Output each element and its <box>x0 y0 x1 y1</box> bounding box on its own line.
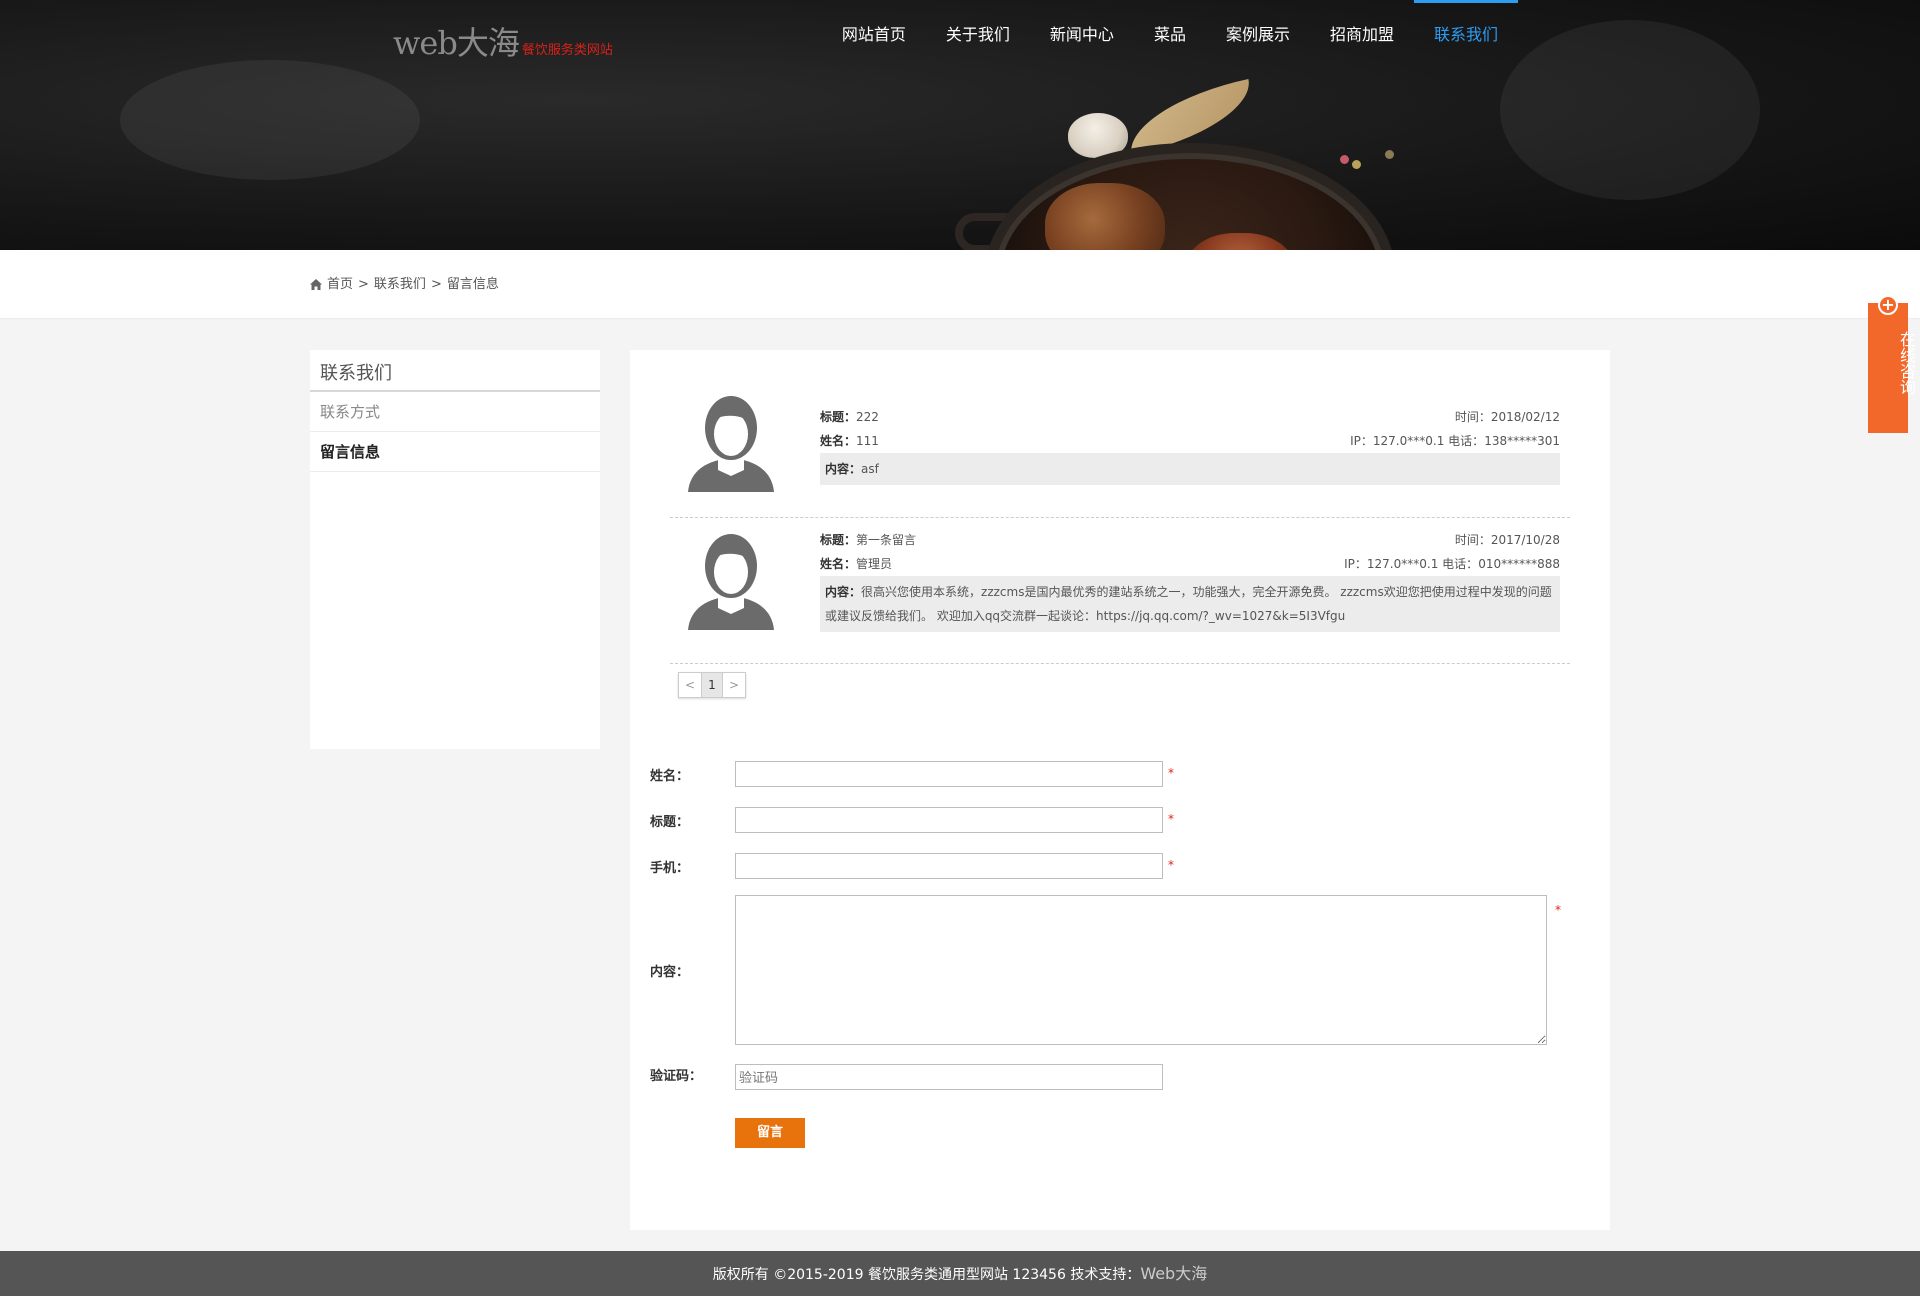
meat-image <box>1045 183 1165 250</box>
title-required-mark: * <box>1168 812 1174 826</box>
name-required-mark: * <box>1168 766 1174 780</box>
message-time-label: 时间： <box>1454 533 1491 547</box>
title-input[interactable] <box>735 807 1163 833</box>
header-banner: web大海 餐饮服务类网站 网站首页 关于我们 新闻中心 菜品 案例展示 招商加… <box>0 0 1920 250</box>
content-textarea[interactable] <box>735 895 1547 1045</box>
message-title-label: 标题： <box>820 533 857 547</box>
footer: 版权所有 ©2015-2019 餐饮服务类通用型网站 123456 技术支持：W… <box>0 1251 1920 1296</box>
message-contact-group: IP：127.0***0.1 电话：138*****301 <box>1350 429 1560 453</box>
texture-speck <box>1500 20 1760 200</box>
name-label: 姓名： <box>650 769 690 784</box>
message-author: 管理员 <box>856 557 893 571</box>
home-icon <box>310 279 322 290</box>
breadcrumb-separator: > <box>430 277 442 292</box>
message-ip-label: IP： <box>1344 557 1367 571</box>
captcha-input[interactable] <box>735 1064 1163 1090</box>
message-body: 标题：第一条留言 时间：2017/10/28 姓名：管理员 IP：127.0**… <box>820 528 1560 632</box>
message-title: 222 <box>856 410 879 424</box>
sidebar-title: 联系我们 <box>310 350 600 392</box>
message-title: 第一条留言 <box>856 533 917 547</box>
content-required-mark: * <box>1555 903 1561 917</box>
message-time: 2017/10/28 <box>1490 533 1560 547</box>
message-title-row: 标题：第一条留言 时间：2017/10/28 <box>820 528 1560 552</box>
message-ip: 127.0***0.1 <box>1372 434 1445 448</box>
breadcrumb: 首页 > 联系我们 > 留言信息 <box>310 250 499 319</box>
phone-label: 手机： <box>650 861 690 876</box>
message-content: 内容：很高兴您使用本系统，zzzcms是国内最优秀的建站系统之一，功能强大，完全… <box>820 576 1560 632</box>
message-time: 2018/02/12 <box>1490 410 1560 424</box>
message-content-text: asf <box>861 462 879 476</box>
message-contact-group: IP：127.0***0.1 电话：010******888 <box>1344 552 1560 576</box>
footer-copyright: 版权所有 ©2015-2019 餐饮服务类通用型网站 123456 技术支持： <box>712 1267 1141 1283</box>
breadcrumb-bar: 首页 > 联系我们 > 留言信息 <box>0 250 1920 319</box>
message-time-group: 时间：2017/10/28 <box>1455 528 1560 552</box>
message-phone-label: 电话： <box>1448 434 1485 448</box>
message-content-text: 很高兴您使用本系统，zzzcms是国内最优秀的建站系统之一，功能强大，完全开源免… <box>825 585 1552 623</box>
content-label: 内容： <box>650 965 690 980</box>
main-content: 标题：222 时间：2018/02/12 姓名：111 IP：127.0***0… <box>630 350 1610 1230</box>
breadcrumb-home[interactable]: 首页 <box>327 250 353 319</box>
pagination-page[interactable]: 1 <box>701 673 723 697</box>
message-content: 内容：asf <box>820 453 1560 485</box>
message-name-label: 姓名： <box>820 434 857 448</box>
logo-main-text: web大海 <box>393 24 520 62</box>
avatar-icon <box>688 396 774 492</box>
breadcrumb-contact[interactable]: 联系我们 <box>374 250 426 319</box>
message-title-label: 标题： <box>820 410 857 424</box>
message-body: 标题：222 时间：2018/02/12 姓名：111 IP：127.0***0… <box>820 405 1560 485</box>
message-content-label: 内容： <box>825 585 862 599</box>
breadcrumb-separator: > <box>358 277 369 292</box>
message-item: 标题：222 时间：2018/02/12 姓名：111 IP：127.0***0… <box>670 380 1570 518</box>
pagination: < 1 > <box>678 672 746 698</box>
nav-item-home[interactable]: 网站首页 <box>822 0 926 70</box>
message-title-row: 标题：222 时间：2018/02/12 <box>820 405 1560 429</box>
captcha-label: 验证码： <box>650 1069 703 1084</box>
sidebar-item-contact-info[interactable]: 联系方式 <box>310 392 600 432</box>
nav-item-about[interactable]: 关于我们 <box>926 0 1030 70</box>
frying-pan-image <box>955 143 1415 250</box>
message-ip-label: IP： <box>1350 434 1373 448</box>
logo-sub-text: 餐饮服务类网站 <box>521 43 613 58</box>
site-logo[interactable]: web大海 餐饮服务类网站 <box>393 18 613 64</box>
message-content-label: 内容： <box>825 462 862 476</box>
breadcrumb-messages[interactable]: 留言信息 <box>447 250 499 319</box>
nav-item-contact[interactable]: 联系我们 <box>1413 0 1519 70</box>
message-name-label: 姓名： <box>820 557 857 571</box>
message-phone: 010******888 <box>1478 557 1560 571</box>
phone-required-mark: * <box>1168 858 1174 872</box>
message-author: 111 <box>856 434 879 448</box>
nav-item-cases[interactable]: 案例展示 <box>1206 0 1310 70</box>
submit-message-button[interactable]: 留言 <box>735 1118 805 1148</box>
message-ip: 127.0***0.1 <box>1366 557 1439 571</box>
sidebar-item-messages[interactable]: 留言信息 <box>310 432 600 472</box>
message-time-label: 时间： <box>1454 410 1491 424</box>
name-input[interactable] <box>735 761 1163 787</box>
message-phone: 138*****301 <box>1484 434 1560 448</box>
plus-icon: + <box>1878 295 1898 315</box>
message-phone-label: 电话： <box>1442 557 1479 571</box>
online-consult-button[interactable]: + 在线咨询 <box>1868 295 1916 433</box>
nav-item-dishes[interactable]: 菜品 <box>1134 0 1206 70</box>
message-time-group: 时间：2018/02/12 <box>1455 405 1560 429</box>
footer-brand-link[interactable]: Web大海 <box>1140 1264 1207 1283</box>
message-item: 标题：第一条留言 时间：2017/10/28 姓名：管理员 IP：127.0**… <box>670 518 1570 664</box>
message-name-row: 姓名：111 IP：127.0***0.1 电话：138*****301 <box>820 429 1560 453</box>
sidebar: 联系我们 联系方式 留言信息 <box>310 350 600 749</box>
pagination-next[interactable]: > <box>723 673 745 697</box>
nav-item-franchise[interactable]: 招商加盟 <box>1310 0 1414 70</box>
title-label: 标题： <box>650 815 690 830</box>
nav-item-news[interactable]: 新闻中心 <box>1030 0 1134 70</box>
main-nav: 网站首页 关于我们 新闻中心 菜品 案例展示 招商加盟 联系我们 <box>822 0 1519 70</box>
phone-input[interactable] <box>735 853 1163 879</box>
message-name-row: 姓名：管理员 IP：127.0***0.1 电话：010******888 <box>820 552 1560 576</box>
pagination-prev[interactable]: < <box>679 673 701 697</box>
avatar-icon <box>688 534 774 630</box>
online-consult-label: 在线咨询 <box>1897 331 1916 395</box>
texture-speck <box>120 60 420 180</box>
